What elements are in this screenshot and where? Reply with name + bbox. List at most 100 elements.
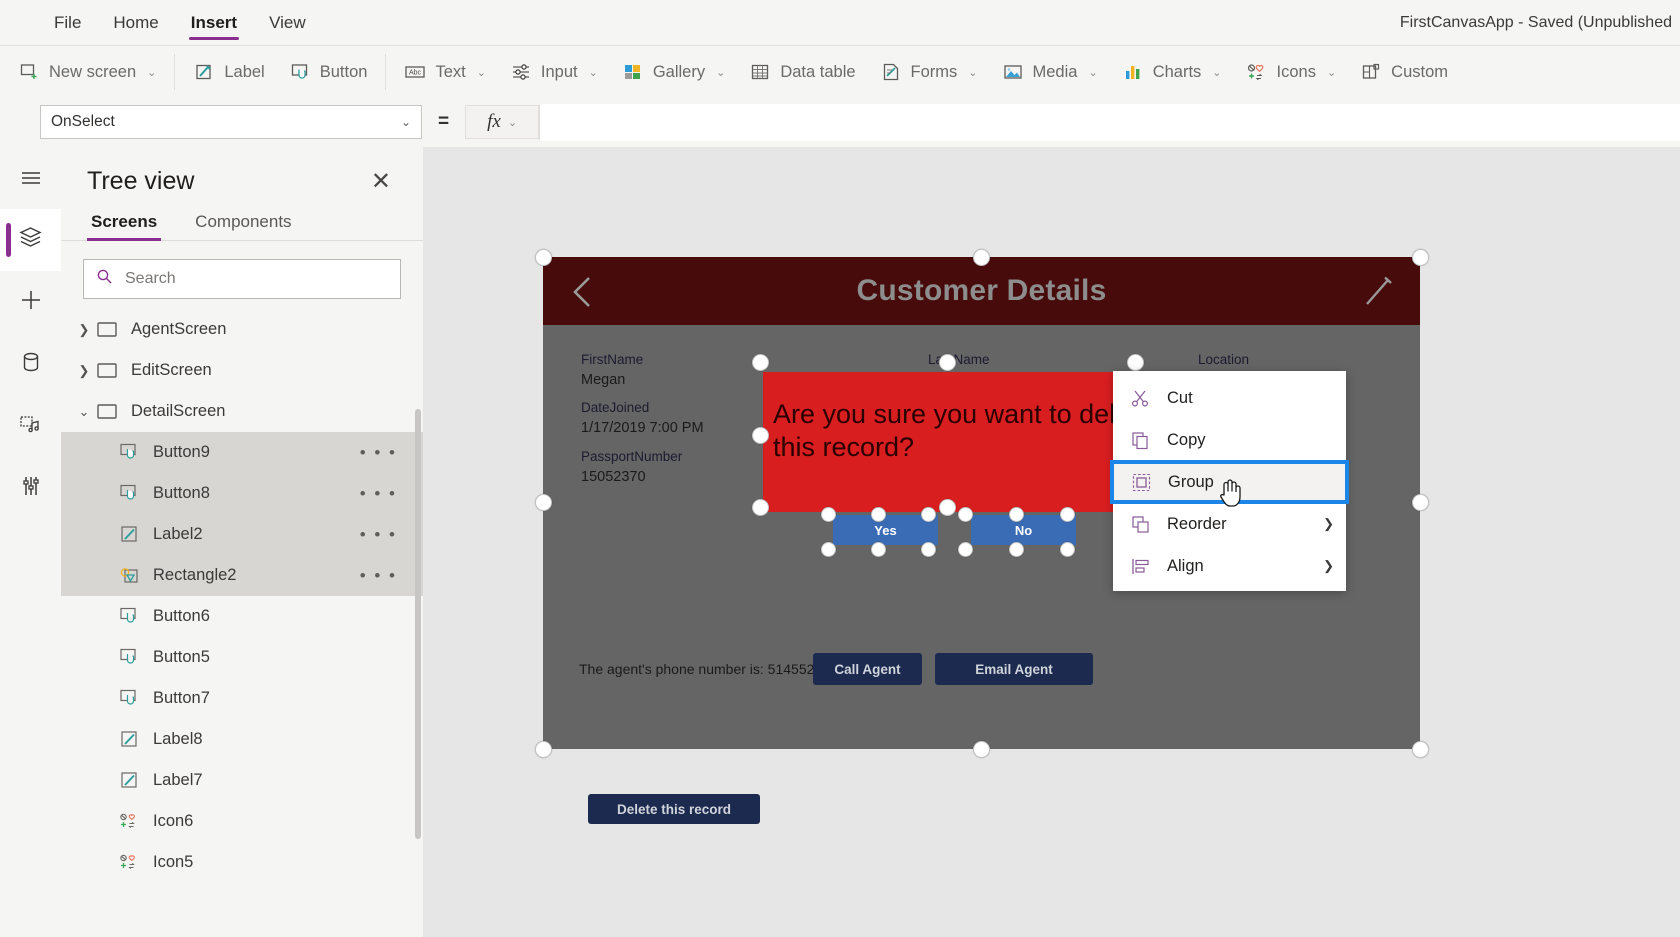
tree-node-button5[interactable]: Button5: [61, 637, 423, 678]
row-more-icon[interactable]: • • •: [360, 484, 397, 504]
selection-handle-bl[interactable]: [535, 741, 552, 758]
rail-item-data[interactable]: [0, 333, 61, 395]
hamburger-menu-icon[interactable]: [0, 147, 61, 209]
tree-node-icon6[interactable]: Icon6: [61, 801, 423, 842]
rect-handle-bl[interactable]: [752, 499, 769, 516]
no-handle-tc[interactable]: [1009, 507, 1024, 522]
ribbon-charts-button[interactable]: Charts ⌄: [1110, 52, 1234, 92]
rail-item-advanced-tools[interactable]: [0, 457, 61, 519]
tab-screens[interactable]: Screens: [87, 212, 162, 241]
tree-node-label7[interactable]: Label7: [61, 760, 423, 801]
selection-handle-tl[interactable]: [535, 249, 552, 266]
rail-item-tree-view[interactable]: [0, 209, 61, 271]
rect-handle-tc[interactable]: [939, 354, 956, 371]
property-select[interactable]: OnSelect ⌄: [40, 105, 422, 139]
yes-handle-bl[interactable]: [821, 542, 836, 557]
tree-node-label2[interactable]: Label2 • • •: [61, 514, 423, 555]
ribbon-icons-button[interactable]: Icons ⌄: [1234, 52, 1349, 92]
email-agent-button[interactable]: Email Agent: [935, 653, 1093, 685]
row-more-icon[interactable]: • • •: [360, 443, 397, 463]
field-lastname: LastName: [928, 352, 990, 367]
rect-handle-bc[interactable]: [939, 499, 956, 516]
search-input[interactable]: [123, 269, 388, 289]
rail-item-media-library[interactable]: [0, 395, 61, 457]
tree-node-label8[interactable]: Label8: [61, 719, 423, 760]
ribbon-label-button[interactable]: Label: [181, 52, 276, 92]
ribbon-data-table-button[interactable]: Data table: [737, 52, 867, 92]
rect-handle-tl[interactable]: [752, 354, 769, 371]
selection-handle-ml[interactable]: [535, 494, 552, 511]
tree-node-editscreen[interactable]: ❯ EditScreen: [61, 350, 423, 391]
no-handle-br[interactable]: [1060, 542, 1075, 557]
tab-components[interactable]: Components: [191, 212, 295, 240]
tree-node-button6[interactable]: Button6: [61, 596, 423, 637]
call-agent-button[interactable]: Call Agent: [813, 653, 922, 685]
chevron-down-icon: ⌄: [1212, 66, 1222, 79]
selection-handle-bc[interactable]: [973, 741, 990, 758]
label-icon: [193, 61, 215, 83]
no-handle-tl[interactable]: [958, 507, 973, 522]
tree-node-label: Icon6: [153, 812, 194, 830]
tree-node-button8[interactable]: Button8 • • •: [61, 473, 423, 514]
yes-handle-tc[interactable]: [871, 507, 886, 522]
rail-item-insert[interactable]: [0, 271, 61, 333]
ribbon-input-button[interactable]: Input ⌄: [498, 52, 610, 92]
chevron-down-icon[interactable]: ⌄: [73, 404, 95, 420]
edit-pencil-icon[interactable]: [1360, 273, 1398, 311]
ribbon-text-button[interactable]: Abc Text ⌄: [392, 52, 497, 92]
context-menu-item-copy[interactable]: Copy: [1113, 419, 1346, 461]
chevron-right-icon[interactable]: ❯: [73, 322, 95, 338]
tree-node-detailscreen[interactable]: ⌄ DetailScreen: [61, 391, 423, 432]
no-handle-bl[interactable]: [958, 542, 973, 557]
yes-handle-br[interactable]: [921, 542, 936, 557]
context-menu-item-align[interactable]: Align ❯: [1113, 545, 1346, 587]
ribbon-gallery-button[interactable]: Gallery ⌄: [610, 52, 737, 92]
yes-handle-tr[interactable]: [921, 507, 936, 522]
menu-tab-home[interactable]: Home: [97, 0, 174, 45]
chevron-right-icon[interactable]: ❯: [73, 363, 95, 379]
gallery-icon: [622, 61, 644, 83]
selection-handle-br[interactable]: [1412, 741, 1429, 758]
context-menu-item-group[interactable]: Group: [1111, 461, 1348, 503]
menu-tab-file[interactable]: File: [38, 0, 97, 45]
tree-node-button7[interactable]: Button7: [61, 678, 423, 719]
selection-handle-tr[interactable]: [1412, 249, 1429, 266]
ribbon-new-screen-button[interactable]: New screen ⌄: [6, 52, 168, 92]
ribbon-custom-button[interactable]: Custom: [1348, 52, 1460, 92]
yes-handle-bc[interactable]: [871, 542, 886, 557]
close-icon[interactable]: ✕: [365, 168, 397, 196]
ribbon-button-button[interactable]: Button: [277, 52, 380, 92]
formula-input[interactable]: [539, 103, 1680, 141]
tree-node-label: EditScreen: [131, 361, 212, 379]
fx-button[interactable]: fx ⌄: [465, 105, 540, 139]
menu-tab-view[interactable]: View: [253, 0, 322, 45]
tree-node-icon5[interactable]: Icon5: [61, 842, 423, 883]
menu-tab-insert[interactable]: Insert: [175, 0, 253, 45]
tree-node-rectangle2[interactable]: Rectangle2 • • •: [61, 555, 423, 596]
yes-handle-tl[interactable]: [821, 507, 836, 522]
selection-handle-mr[interactable]: [1412, 494, 1429, 511]
delete-record-button[interactable]: Delete this record: [588, 794, 760, 824]
row-more-icon[interactable]: • • •: [360, 566, 397, 586]
context-menu-label: Cut: [1167, 388, 1193, 407]
ribbon-forms-button[interactable]: Forms ⌄: [868, 52, 990, 92]
search-box[interactable]: [83, 259, 401, 299]
tree-node-agentscreen[interactable]: ❯ AgentScreen: [61, 309, 423, 350]
context-menu-item-reorder[interactable]: Reorder ❯: [1113, 503, 1346, 545]
row-more-icon[interactable]: • • •: [360, 525, 397, 545]
selection-handle-tc[interactable]: [973, 249, 990, 266]
rect-handle-ml[interactable]: [752, 427, 769, 444]
no-handle-tr[interactable]: [1060, 507, 1075, 522]
reorder-icon: [1127, 513, 1153, 535]
rect-handle-tr[interactable]: [1127, 354, 1144, 371]
fx-icon: fx: [487, 111, 501, 132]
tree-node-button9[interactable]: Button9 • • •: [61, 432, 423, 473]
context-menu-item-cut[interactable]: Cut: [1113, 377, 1346, 419]
canvas-area: Customer Details FirstName Megan DateJoi…: [423, 147, 1680, 937]
tree-view-scrollbar[interactable]: [415, 409, 421, 839]
tree-node-label: Button6: [153, 607, 210, 625]
delete-confirmation-rectangle[interactable]: Are you sure you want to delete this rec…: [763, 372, 1153, 512]
ribbon-media-button[interactable]: Media ⌄: [990, 52, 1110, 92]
no-button[interactable]: No: [971, 515, 1076, 545]
no-handle-bc[interactable]: [1009, 542, 1024, 557]
